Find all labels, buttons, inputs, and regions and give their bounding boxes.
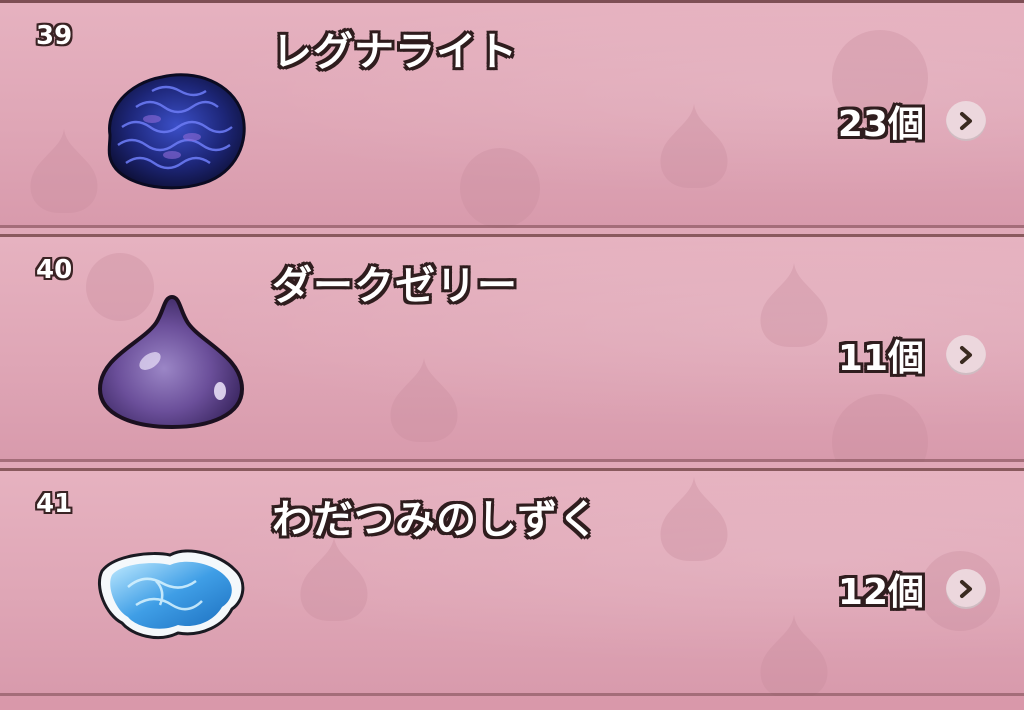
item-name: ダークゼリー	[272, 263, 518, 309]
item-number: 41	[36, 489, 73, 519]
item-quantity: 12個	[837, 572, 924, 613]
dark-jelly-icon	[97, 294, 245, 430]
item-name: わだつみのしずく	[272, 497, 600, 543]
item-quantity: 11個	[837, 338, 924, 379]
chevron-right-icon	[960, 112, 972, 130]
detail-button[interactable]	[946, 101, 986, 141]
regnalite-ore-icon	[107, 73, 246, 190]
detail-button[interactable]	[946, 569, 986, 609]
item-number: 39	[36, 21, 73, 51]
list-item[interactable]: 40 ダークゼリー 11個	[0, 234, 1024, 462]
item-quantity: 23個	[837, 104, 924, 145]
chevron-right-icon	[960, 580, 972, 598]
wadatsumi-drop-icon	[97, 549, 245, 640]
detail-button[interactable]	[946, 335, 986, 375]
item-name: レグナライト	[272, 29, 518, 75]
list-item[interactable]: 39 レグナライト 23個	[0, 0, 1024, 228]
list-item[interactable]: 41 わだつみのしずく 12個	[0, 468, 1024, 696]
item-list: 39 レグナライト 23個 40 ダークゼリー 11個 41 わだつみのしずく …	[0, 0, 1024, 710]
chevron-right-icon	[960, 346, 972, 364]
item-number: 40	[36, 255, 73, 285]
